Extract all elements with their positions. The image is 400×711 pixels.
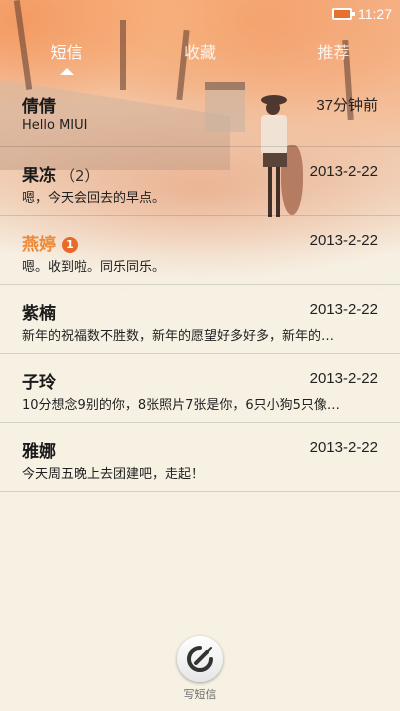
contact-name-text: 果冻 [22, 166, 56, 186]
message-time: 2013-2-22 [309, 370, 378, 387]
message-preview: 嗯，今天会回去的早点。 [22, 191, 166, 206]
message-preview: Hello MIUI [22, 118, 88, 133]
tab-favorites-label: 收藏 [183, 43, 216, 62]
unread-badge: 1 [62, 237, 78, 253]
conversation-item[interactable]: 果冻 （2） 2013-2-22 嗯，今天会回去的早点。 [0, 147, 400, 216]
contact-name: 雅娜 [22, 442, 56, 462]
battery-icon [332, 8, 355, 20]
conversation-list: 倩倩 37分钟前 Hello MIUI 果冻 （2） 2013-2-22 嗯，今天… [0, 78, 400, 492]
message-time: 2013-2-22 [309, 301, 378, 318]
message-time: 37分钟前 [316, 97, 378, 114]
conversation-item[interactable]: 倩倩 37分钟前 Hello MIUI [0, 78, 400, 147]
status-clock: 11:27 [358, 6, 392, 22]
tab-sms[interactable]: 短信 [0, 38, 133, 78]
message-preview: 10分想念9别的你，8张照片7张是你，6只小狗5只像… [22, 398, 340, 413]
contact-name: 果冻 （2） [22, 166, 100, 186]
conversation-item[interactable]: 雅娜 2013-2-22 今天周五晚上去团建吧，走起！ [0, 423, 400, 492]
message-time: 2013-2-22 [309, 439, 378, 456]
contact-name: 燕婷 [22, 235, 56, 255]
conversation-item-unread[interactable]: 燕婷 1 2013-2-22 嗯。收到啦。同乐同乐。 [0, 216, 400, 285]
compose-button[interactable] [177, 636, 223, 682]
tab-recommended[interactable]: 推荐 [267, 38, 400, 78]
compose-icon [187, 646, 213, 672]
contact-name: 倩倩 [22, 97, 56, 117]
compose-label: 写短信 [183, 688, 217, 701]
message-time: 2013-2-22 [309, 163, 378, 180]
message-preview: 新年的祝福数不胜数，新年的愿望好多好多，新年的… [22, 329, 335, 344]
contact-name: 子玲 [22, 373, 56, 393]
tab-sms-label: 短信 [50, 43, 83, 62]
contact-name: 紫楠 [22, 304, 56, 324]
message-time: 2013-2-22 [309, 232, 378, 249]
message-count: （2） [60, 167, 100, 185]
message-preview: 嗯。收到啦。同乐同乐。 [22, 260, 166, 275]
status-bar: 11:27 [0, 0, 400, 30]
tab-bar: 短信 收藏 推荐 [0, 38, 400, 78]
tab-favorites[interactable]: 收藏 [133, 38, 266, 78]
conversation-item[interactable]: 子玲 2013-2-22 10分想念9别的你，8张照片7张是你，6只小狗5只像… [0, 354, 400, 423]
message-preview: 今天周五晚上去团建吧，走起！ [22, 467, 205, 482]
tab-recommended-label: 推荐 [317, 43, 350, 62]
conversation-item[interactable]: 紫楠 2013-2-22 新年的祝福数不胜数，新年的愿望好多好多，新年的… [0, 285, 400, 354]
messaging-app: 11:27 短信 收藏 推荐 倩倩 37分钟前 Hello MIUI 果冻 （2）… [0, 0, 400, 711]
active-tab-indicator [59, 68, 74, 75]
